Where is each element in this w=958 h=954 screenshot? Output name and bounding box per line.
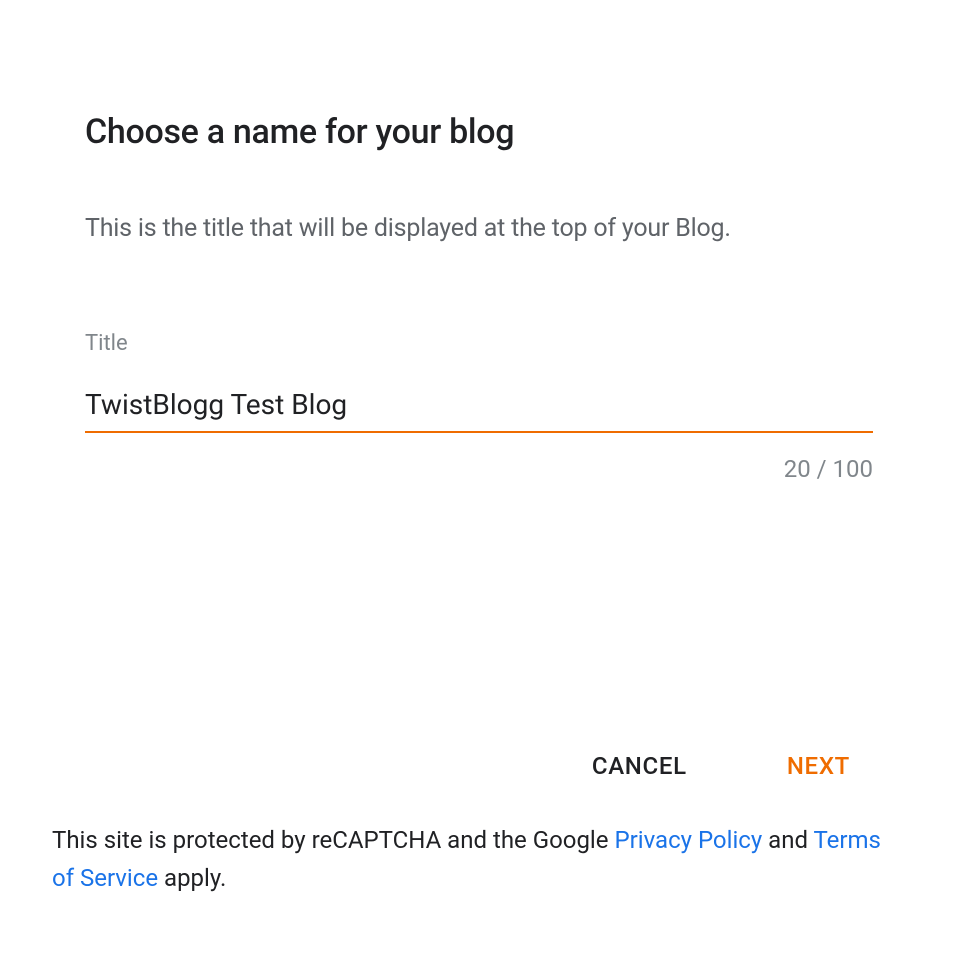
next-button[interactable]: NEXT [779, 748, 858, 784]
title-field-wrapper: Title 20 / 100 [85, 331, 873, 483]
title-input[interactable] [85, 384, 873, 433]
footer-prefix: This site is protected by reCAPTCHA and … [52, 826, 614, 854]
title-field-label: Title [85, 331, 873, 356]
character-counter: 20 / 100 [85, 455, 873, 483]
dialog-heading: Choose a name for your blog [85, 112, 873, 152]
recaptcha-footer: This site is protected by reCAPTCHA and … [52, 822, 906, 898]
dialog-container: Choose a name for your blog This is the … [0, 0, 958, 954]
privacy-policy-link[interactable]: Privacy Policy [614, 826, 762, 854]
button-row: CANCEL NEXT [584, 748, 858, 784]
cancel-button[interactable]: CANCEL [584, 748, 695, 784]
footer-suffix: apply. [158, 864, 226, 892]
footer-mid: and [762, 826, 813, 854]
dialog-subtitle: This is the title that will be displayed… [85, 214, 873, 243]
